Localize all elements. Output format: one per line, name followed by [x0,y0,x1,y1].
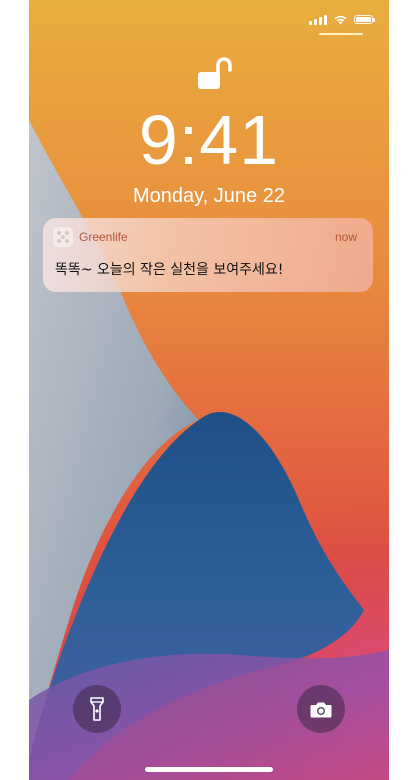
lock-screen: 9:41 Monday, June 22 Greenlife now 똑똑~ 오… [29,0,389,780]
notification-app-name: Greenlife [79,230,128,244]
lockscreen-time: 9:41 [138,101,280,179]
notification-message: 똑똑~ 오늘의 작은 실천을 보여주세요! [55,262,284,278]
lockscreen-date: Monday, June 22 [133,185,285,207]
home-indicator[interactable] [145,767,273,772]
battery-icon [354,15,375,24]
greenlife-app-icon [53,227,73,247]
notification-time: now [334,230,357,244]
cellular-signal-icon [309,14,327,25]
notification-banner[interactable]: Greenlife now 똑똑~ 오늘의 작은 실천을 보여주세요! [43,218,373,292]
camera-icon [310,702,332,717]
camera-button[interactable] [297,685,345,733]
unlock-icon [198,57,232,89]
flashlight-icon [90,697,104,721]
status-indicator-line [319,33,363,35]
wifi-icon [334,15,347,25]
flashlight-button[interactable] [73,685,121,733]
status-bar [309,14,375,25]
